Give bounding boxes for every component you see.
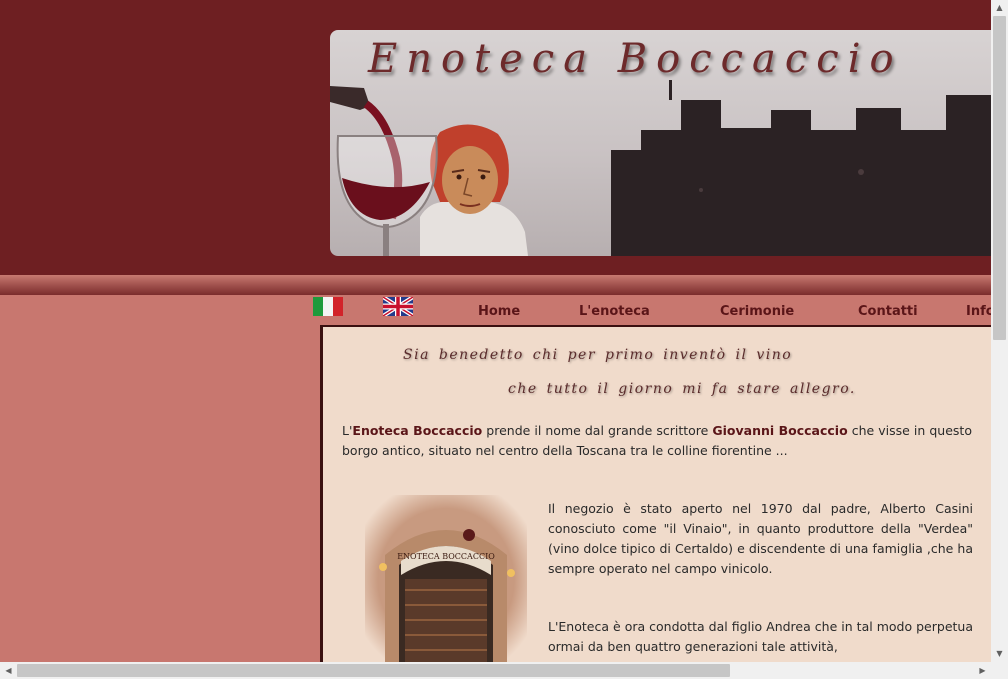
banner-title: Enoteca Boccaccio [368,36,903,82]
boccaccio-name: Giovanni Boccaccio [712,423,848,438]
nav-enoteca[interactable]: L'enoteca [579,304,650,319]
main-content: Sia benedetto chi per primo inventò il v… [320,325,991,662]
scrollbar-corner [991,662,1008,679]
italian-flag-icon[interactable] [313,297,343,316]
current-owner-paragraph: L'Enoteca è ora condotta dal figlio Andr… [548,619,973,654]
enoteca-name: Enoteca Boccaccio [352,423,483,438]
site-header: Enoteca Boccaccio [0,0,991,275]
intro-text-1: L' [342,423,353,438]
intro-text-2: prende il nome dal grande scrittore [482,423,713,438]
intro-paragraph: L'Enoteca Boccaccio prende il nome dal g… [342,421,972,461]
horizontal-scroll-thumb[interactable] [17,664,730,677]
header-stripe [0,275,991,295]
vertical-scrollbar[interactable]: ▲ ▼ [991,0,1008,662]
top-navigation: Home L'enoteca Cerimonie Contatti Info [313,295,991,325]
scroll-right-arrow-icon[interactable]: ▶ [974,662,991,679]
nav-cerimonie[interactable]: Cerimonie [720,304,794,319]
left-column [0,295,320,662]
scroll-up-arrow-icon[interactable]: ▲ [991,0,1008,16]
history-paragraph: Il negozio è stato aperto nel 1970 dal p… [548,501,973,576]
shop-storefront-image: ENOTECA BOCCACCIO [365,495,527,662]
uk-flag-icon[interactable] [383,297,413,316]
nav-info[interactable]: Info [966,304,991,319]
vertical-scroll-thumb[interactable] [993,16,1006,340]
nav-contatti[interactable]: Contatti [858,304,918,319]
scroll-left-arrow-icon[interactable]: ◀ [0,662,17,679]
shop-sign-text: ENOTECA BOCCACCIO [397,552,495,561]
quote-line-1: Sia benedetto chi per primo inventò il v… [403,347,793,363]
wine-glass-icon [330,86,438,256]
scroll-down-arrow-icon[interactable]: ▼ [991,646,1008,662]
horizontal-scrollbar[interactable]: ◀ ▶ [0,662,991,679]
nav-home[interactable]: Home [478,304,520,319]
page-viewport: Enoteca Boccaccio Home L'enoteca Cerimon… [0,0,991,662]
castle-tower-icon [611,80,991,256]
quote-line-2: che tutto il giorno mi fa stare allegro. [508,381,856,397]
header-banner: Enoteca Boccaccio [330,30,991,256]
